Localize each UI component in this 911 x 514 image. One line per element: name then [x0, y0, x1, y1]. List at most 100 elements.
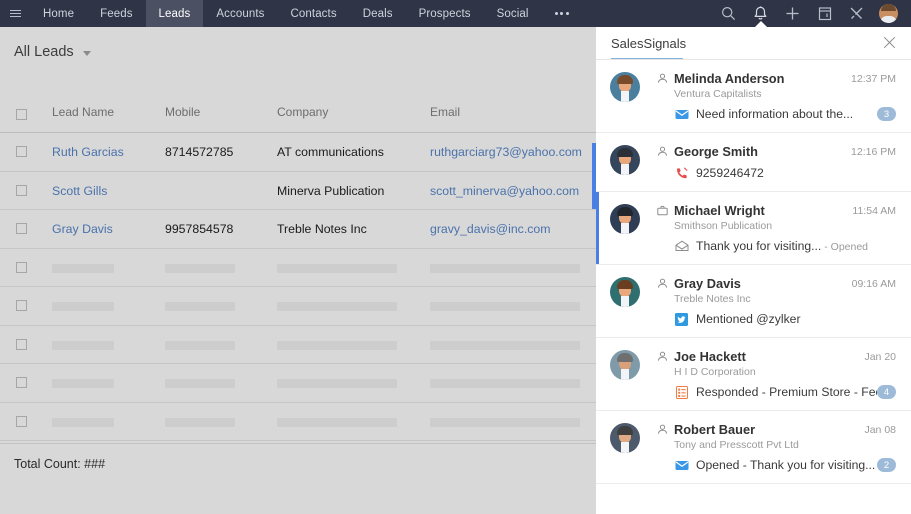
nav-item-accounts[interactable]: Accounts — [203, 0, 277, 27]
row-checkbox[interactable] — [16, 223, 27, 234]
signal-name[interactable]: Gray Davis — [674, 276, 741, 291]
bell-icon[interactable] — [746, 0, 775, 28]
signal-name[interactable]: Robert Bauer — [674, 422, 755, 437]
signal-name[interactable]: Joe Hackett — [674, 349, 746, 364]
signal-item[interactable]: Robert Bauer Jan 08 Tony and Presscott Pvt… — [596, 411, 911, 484]
panel-header: SalesSignals — [596, 27, 911, 60]
search-icon[interactable] — [714, 0, 743, 27]
cell-company: AT communications — [277, 145, 384, 159]
nav-item-prospects[interactable]: Prospects — [406, 0, 484, 27]
table-row[interactable]: Gray Davis 9957854578 Treble Notes Inc grav… — [0, 210, 596, 249]
tools-icon[interactable] — [842, 0, 871, 27]
signal-title-row: Joe Hackett Jan 20 — [656, 349, 896, 364]
signal-item[interactable]: Michael Wright 11:54 AM Smithson Publicati… — [596, 192, 911, 265]
cell-email[interactable]: ruthgarciarg73@yahoo.com — [430, 145, 582, 159]
signal-message[interactable]: Opened - Thank you for visiting... — [696, 458, 875, 472]
row-checkbox[interactable] — [16, 377, 27, 388]
signal-item[interactable]: George Smith 12:16 PM 9259246472 — [596, 133, 911, 192]
row-checkbox[interactable] — [16, 184, 27, 196]
cell-email[interactable]: gravy_davis@inc.com — [430, 222, 550, 236]
row-checkbox[interactable] — [16, 300, 27, 311]
table-row[interactable] — [0, 403, 596, 441]
signal-name[interactable]: Melinda Anderson — [674, 71, 784, 86]
placeholder-bar-company — [277, 263, 397, 273]
placeholder-bar-company — [277, 379, 397, 388]
table-row[interactable] — [0, 364, 596, 403]
signal-message-row: 9259246472 — [674, 166, 896, 180]
close-icon[interactable] — [881, 34, 898, 51]
avatar — [610, 72, 640, 102]
signal-name[interactable]: Michael Wright — [674, 203, 765, 218]
row-checkbox[interactable] — [16, 338, 27, 350]
nav-left-group: Home Feeds Leads Accounts Contacts Deals Prosp… — [0, 0, 582, 27]
nav-item-feeds[interactable]: Feeds — [87, 0, 145, 27]
hamburger-icon[interactable] — [0, 0, 30, 27]
nav-item-social[interactable]: Social — [484, 0, 542, 27]
placeholder-bar-email — [430, 379, 580, 388]
signal-title-row: Gray Davis 09:16 AM — [656, 276, 896, 291]
signal-content: Michael Wright 11:54 AM Smithson Publicati… — [656, 203, 898, 253]
signal-title-row: Melinda Anderson 12:37 PM — [656, 71, 896, 86]
cell-company: Treble Notes Inc — [277, 222, 367, 236]
column-header-lead-name[interactable]: Lead Name — [52, 105, 114, 119]
signal-company: H I D Corporation — [674, 366, 756, 378]
column-header-company[interactable]: Company — [277, 105, 328, 119]
column-header-mobile[interactable]: Mobile — [165, 105, 200, 119]
table-row[interactable] — [0, 287, 596, 326]
list-view-selector[interactable]: All Leads — [14, 44, 91, 60]
signal-item[interactable]: Melinda Anderson 12:37 PM Ventura Capitali… — [596, 60, 911, 133]
nav-item-leads[interactable]: Leads — [145, 0, 204, 27]
nav-more-button[interactable] — [542, 0, 582, 27]
cell-name[interactable]: Scott Gills — [52, 184, 107, 198]
signal-count-badge: 4 — [877, 385, 896, 399]
table-header-row: Lead Name Mobile Company Email — [0, 98, 596, 133]
nav-right-group — [714, 0, 911, 28]
signal-message[interactable]: Mentioned @zylker — [696, 312, 801, 326]
cell-mobile: 9957854578 — [165, 222, 234, 236]
table-row[interactable]: Scott Gills Minerva Publication scott_mine… — [0, 172, 596, 210]
nav-item-contacts[interactable]: Contacts — [278, 0, 350, 27]
nav-item-deals[interactable]: Deals — [350, 0, 406, 27]
table-row[interactable] — [0, 326, 596, 364]
leads-list-area: All Leads Lead Name Mobile Company Email… — [0, 27, 596, 514]
signal-message[interactable]: Responded - Premium Store - Fee... — [696, 385, 877, 399]
table-row[interactable]: Ruth Garcias 8714572785 AT communications r… — [0, 133, 596, 172]
placeholder-bar-mobile — [165, 340, 235, 350]
list-view-label: All Leads — [14, 44, 74, 60]
plus-icon[interactable] — [778, 0, 807, 27]
signal-content: Gray Davis 09:16 AM Treble Notes Inc Mentio… — [656, 276, 898, 326]
signal-content: Robert Bauer Jan 08 Tony and Presscott Pvt… — [656, 422, 898, 472]
calendar-icon[interactable] — [810, 0, 839, 27]
signal-message[interactable]: Thank you for visiting... - Opened — [696, 239, 868, 253]
cell-email[interactable]: scott_minerva@yahoo.com — [430, 184, 579, 198]
row-checkbox[interactable] — [16, 261, 27, 273]
lead-person-icon — [656, 350, 669, 363]
signal-content: Joe Hackett Jan 20 H I D Corporation Respon… — [656, 349, 898, 399]
column-header-email[interactable]: Email — [430, 105, 460, 119]
signal-item[interactable]: Gray Davis 09:16 AM Treble Notes Inc Mentio… — [596, 265, 911, 338]
cell-name[interactable]: Gray Davis — [52, 222, 113, 236]
cell-company: Minerva Publication — [277, 183, 385, 198]
placeholder-bar-mobile — [165, 379, 235, 388]
signal-message[interactable]: Need information about the... — [696, 107, 853, 121]
table-row[interactable] — [0, 249, 596, 287]
row-checkbox[interactable] — [16, 146, 27, 157]
placeholder-bar-mobile — [165, 263, 235, 273]
row-checkbox[interactable] — [16, 415, 27, 427]
placeholder-bar-company — [277, 417, 397, 427]
signal-name[interactable]: George Smith — [674, 144, 758, 159]
avatar — [610, 277, 640, 307]
signal-time: 12:37 PM — [851, 72, 896, 85]
signal-message[interactable]: 9259246472 — [696, 166, 764, 180]
select-all-checkbox[interactable] — [16, 109, 27, 120]
avatar[interactable] — [874, 0, 903, 27]
total-count-bar: Total Count: ### — [0, 443, 596, 514]
placeholder-bar-email — [430, 302, 580, 311]
email-icon — [674, 459, 689, 472]
nav-item-home[interactable]: Home — [30, 0, 87, 27]
placeholder-bar-company — [277, 302, 397, 311]
signal-time: 11:54 AM — [852, 204, 896, 217]
signal-content: Melinda Anderson 12:37 PM Ventura Capitali… — [656, 71, 898, 121]
cell-name[interactable]: Ruth Garcias — [52, 145, 124, 159]
signal-item[interactable]: Joe Hackett Jan 20 H I D Corporation Respon… — [596, 338, 911, 411]
